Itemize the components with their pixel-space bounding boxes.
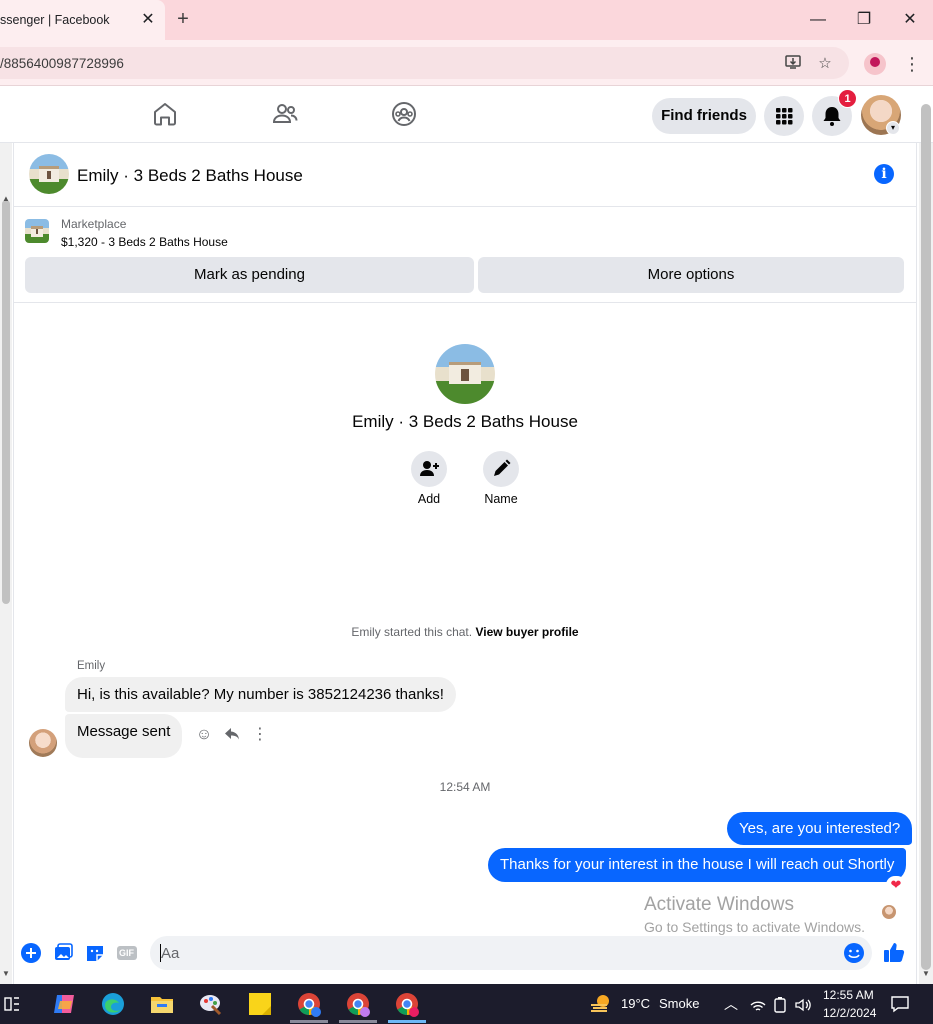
chevron-down-icon[interactable]: ▾ — [886, 121, 900, 135]
left-scrollbar-thumb[interactable] — [2, 200, 10, 604]
gif-icon[interactable]: GIF — [116, 942, 138, 964]
outgoing-message[interactable]: Yes, are you interested? — [727, 812, 913, 845]
sticker-icon[interactable] — [84, 942, 106, 964]
edge-browser-icon[interactable] — [100, 991, 126, 1017]
weather-icon[interactable] — [589, 993, 613, 1015]
activate-windows-subtitle: Go to Settings to activate Windows. — [644, 919, 865, 935]
message-input[interactable] — [150, 936, 872, 970]
groups-icon[interactable] — [390, 100, 418, 128]
chrome-profile-c-icon[interactable] — [394, 991, 420, 1017]
emoji-icon[interactable] — [843, 942, 865, 964]
scroll-up-arrow-icon[interactable]: ▲ — [1, 194, 11, 203]
scroll-down-arrow-icon[interactable]: ▼ — [1, 969, 11, 978]
new-tab-icon[interactable]: + — [174, 8, 192, 30]
photo-icon[interactable] — [52, 942, 74, 964]
reply-icon[interactable] — [221, 724, 243, 746]
profile-name: Emily · 3 Beds 2 Baths House — [352, 412, 578, 431]
marketplace-label: Marketplace — [61, 217, 127, 231]
window-close-icon[interactable]: ✕ — [898, 8, 922, 32]
add-label: Add — [417, 492, 441, 506]
paint-icon[interactable] — [198, 991, 224, 1017]
edit-name-button[interactable] — [483, 451, 519, 487]
add-person-icon — [420, 461, 439, 476]
weather-temperature[interactable]: 19°C — [621, 996, 650, 1011]
more-actions-icon[interactable]: ⋮ — [249, 724, 271, 746]
find-friends-button[interactable]: Find friends — [652, 98, 756, 134]
name-label: Name — [484, 492, 518, 506]
chrome-profile-a-icon[interactable] — [296, 991, 322, 1017]
incoming-message[interactable]: Hi, is this available? My number is 3852… — [65, 677, 456, 712]
listing-title[interactable]: $1,320 - 3 Beds 2 Baths House — [61, 235, 228, 249]
message-timestamp: 12:54 AM — [439, 780, 491, 794]
notification-badge: 1 — [838, 89, 857, 108]
sticky-notes-icon[interactable] — [247, 991, 273, 1017]
sender-name: Emily — [77, 660, 106, 672]
started-text: Emily started this chat. — [351, 625, 473, 639]
menu-grid-button[interactable] — [764, 96, 804, 136]
notification-center-icon[interactable] — [890, 994, 910, 1014]
browser-tab[interactable]: ssenger | Facebook ✕ — [0, 0, 165, 40]
running-indicator — [339, 1020, 377, 1023]
restore-icon[interactable]: ❐ — [852, 8, 876, 32]
running-indicator — [290, 1020, 328, 1023]
right-scrollbar-thumb[interactable] — [921, 104, 931, 970]
browser-profile-icon[interactable] — [864, 53, 886, 75]
activate-windows-title: Activate Windows — [644, 894, 794, 915]
active-app-indicator — [388, 1020, 426, 1023]
more-options-button[interactable]: More options — [478, 257, 904, 293]
browser-menu-icon[interactable]: ⋮ — [903, 52, 921, 76]
friends-icon[interactable] — [271, 100, 299, 128]
divider — [13, 302, 917, 303]
home-icon[interactable] — [151, 100, 179, 128]
copilot-icon[interactable] — [51, 991, 77, 1017]
info-icon[interactable]: i — [874, 164, 894, 184]
view-buyer-profile-link[interactable]: View buyer profile — [475, 625, 578, 639]
scroll-down-arrow-icon[interactable]: ▼ — [921, 969, 931, 978]
volume-icon[interactable] — [794, 996, 812, 1014]
chrome-profile-b-icon[interactable] — [345, 991, 371, 1017]
show-hidden-icons-chevron-up-icon[interactable]: ︿ — [724, 994, 738, 1014]
sender-avatar[interactable] — [29, 729, 57, 757]
clock-time[interactable]: 12:55 AM — [823, 988, 874, 1002]
seen-receipt-avatar — [882, 905, 896, 919]
url-text[interactable]: /8856400987728996 — [0, 56, 124, 71]
conversation-avatar[interactable] — [29, 154, 69, 194]
incoming-message[interactable]: Message sent — [65, 714, 183, 758]
wifi-icon[interactable] — [749, 996, 767, 1014]
minimize-icon[interactable]: — — [806, 8, 830, 32]
gif-label: GIF — [119, 948, 134, 958]
tab-close-icon[interactable]: ✕ — [140, 10, 156, 30]
chat-started-notice: Emily started this chat. View buyer prof… — [13, 625, 917, 639]
pencil-icon — [494, 459, 511, 476]
battery-icon[interactable] — [772, 996, 788, 1014]
bookmark-star-icon[interactable]: ☆ — [814, 53, 836, 75]
grid-icon — [776, 108, 793, 125]
react-emoji-icon[interactable]: ☺ — [193, 724, 215, 746]
heart-reaction-icon[interactable]: ❤ — [886, 876, 906, 894]
clock-date[interactable]: 12/2/2024 — [823, 1006, 876, 1020]
profile-avatar[interactable] — [435, 344, 495, 404]
outgoing-message[interactable]: Thanks for your interest in the house I … — [488, 848, 907, 882]
listing-thumbnail[interactable] — [25, 219, 49, 243]
add-person-button[interactable] — [411, 451, 447, 487]
chat-title[interactable]: Emily · 3 Beds 2 Baths House — [77, 166, 303, 186]
plus-circle-icon[interactable] — [20, 942, 42, 964]
task-view-icon[interactable] — [2, 994, 22, 1014]
mark-as-pending-button[interactable]: Mark as pending — [25, 257, 474, 293]
weather-description[interactable]: Smoke — [659, 996, 699, 1011]
omnibox[interactable] — [0, 47, 849, 79]
file-explorer-icon[interactable] — [149, 991, 175, 1017]
tab-title: ssenger | Facebook — [0, 13, 110, 27]
install-app-icon[interactable] — [782, 53, 804, 75]
message-placeholder: Aa — [161, 945, 180, 962]
thumbs-up-icon[interactable] — [883, 941, 905, 963]
